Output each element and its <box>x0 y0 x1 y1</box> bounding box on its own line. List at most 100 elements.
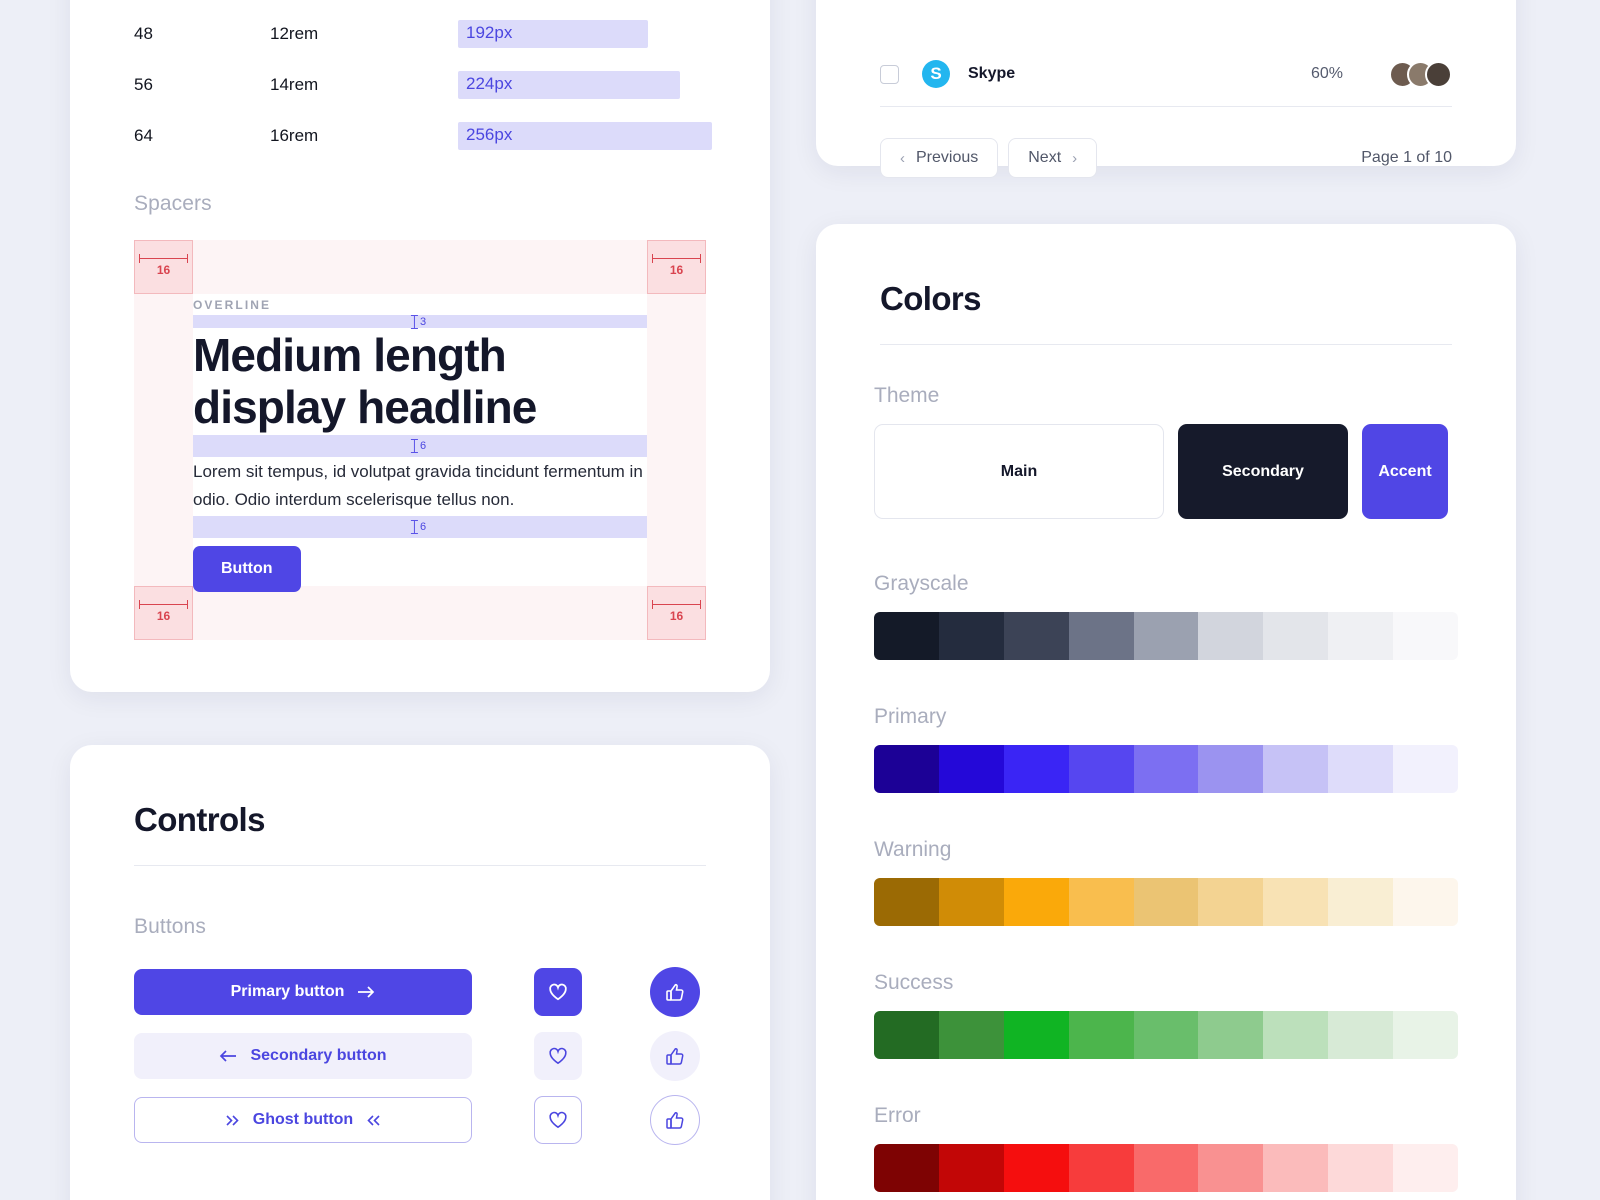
color-swatch[interactable] <box>1133 612 1199 660</box>
color-swatch[interactable] <box>1068 612 1134 660</box>
next-page-button[interactable]: Next › <box>1008 138 1098 178</box>
color-swatch[interactable] <box>1133 745 1199 793</box>
measure-rule <box>652 600 701 609</box>
color-swatch[interactable] <box>1133 1144 1199 1192</box>
color-swatch[interactable] <box>874 745 939 793</box>
theme-swatch-accent[interactable]: Accent <box>1362 424 1448 519</box>
size-px-value: 48 <box>134 23 153 43</box>
color-ramp[interactable] <box>874 878 1458 926</box>
controls-card: Controls Buttons Primary button Secondar… <box>70 745 770 1200</box>
color-swatch[interactable] <box>1003 1144 1069 1192</box>
double-chevron-right-icon <box>225 1114 240 1127</box>
color-swatch[interactable] <box>874 1011 939 1059</box>
color-swatch[interactable] <box>1328 745 1394 793</box>
measure-rule <box>139 600 188 609</box>
color-swatch[interactable] <box>938 612 1004 660</box>
thumbs-up-icon <box>665 1110 685 1130</box>
color-swatch[interactable] <box>1198 1144 1264 1192</box>
heart-icon-button-ghost[interactable] <box>534 1096 582 1144</box>
size-bar: 224px <box>458 70 680 99</box>
color-swatch[interactable] <box>1003 1011 1069 1059</box>
ramp-primary: Primary <box>874 705 1458 793</box>
color-swatch[interactable] <box>1328 1144 1394 1192</box>
previous-page-button[interactable]: ‹ Previous <box>880 138 999 178</box>
color-swatch[interactable] <box>938 745 1004 793</box>
color-swatch[interactable] <box>1068 1144 1134 1192</box>
color-swatch[interactable] <box>1068 1011 1134 1059</box>
heart-icon <box>548 1047 568 1065</box>
thumbs-up-icon-button-secondary[interactable] <box>650 1031 700 1081</box>
color-swatch[interactable] <box>1068 745 1134 793</box>
spacer-marker-value: 16 <box>156 263 171 277</box>
color-swatch[interactable] <box>1198 745 1264 793</box>
row-checkbox[interactable] <box>880 64 899 84</box>
table-row: 48 12rem 192px <box>134 8 724 59</box>
spacer-marker-bottom-right: 16 <box>647 586 706 640</box>
color-swatch[interactable] <box>1328 1011 1394 1059</box>
theme-swatch-row: Main Secondary Accent <box>874 424 1458 519</box>
spacer-demo: 16 16 16 16 OVERLINE 3 Medium length dis… <box>134 240 706 640</box>
size-rem-value: 16rem <box>270 125 319 145</box>
buttons-grid: Primary button Secondary button Ghost bu… <box>134 960 724 1152</box>
ramp-warning: Warning <box>874 838 1458 926</box>
secondary-button[interactable]: Secondary button <box>134 1033 472 1079</box>
color-ramp[interactable] <box>874 745 1458 793</box>
ramp-label: Primary <box>874 705 947 728</box>
color-swatch[interactable] <box>1133 878 1199 926</box>
spacers-section-label: Spacers <box>134 192 212 215</box>
color-swatch[interactable] <box>1263 745 1329 793</box>
color-swatch[interactable] <box>1003 612 1069 660</box>
divider <box>880 106 1452 107</box>
theme-swatch-main[interactable]: Main <box>874 424 1164 519</box>
color-swatch[interactable] <box>1393 878 1458 926</box>
color-swatch[interactable] <box>874 1144 939 1192</box>
color-swatch[interactable] <box>1263 1144 1329 1192</box>
gap-value: 6 <box>419 521 427 534</box>
color-swatch[interactable] <box>1263 612 1329 660</box>
color-swatch[interactable] <box>938 878 1004 926</box>
color-swatch[interactable] <box>874 612 939 660</box>
theme-swatch-secondary[interactable]: Secondary <box>1178 424 1348 519</box>
thumbs-up-icon-button-ghost[interactable] <box>650 1095 700 1145</box>
ramp-success: Success <box>874 971 1458 1059</box>
color-swatch[interactable] <box>1068 878 1134 926</box>
color-swatch[interactable] <box>1003 878 1069 926</box>
spacing-gap-bottom: 6 <box>193 516 647 539</box>
spacer-marker-top-right: 16 <box>647 240 706 294</box>
color-swatch[interactable] <box>1133 1011 1199 1059</box>
color-swatch[interactable] <box>1263 1011 1329 1059</box>
spacing-gap-mid: 6 <box>193 435 647 458</box>
ghost-button[interactable]: Ghost button <box>134 1097 472 1143</box>
color-swatch[interactable] <box>1328 612 1394 660</box>
primary-button[interactable]: Primary button <box>134 969 472 1015</box>
color-swatch[interactable] <box>1328 878 1394 926</box>
color-swatch[interactable] <box>1198 878 1264 926</box>
heart-icon-button-secondary[interactable] <box>534 1032 582 1080</box>
i-beam-icon <box>410 314 418 329</box>
spacer-marker-value: 16 <box>669 263 684 277</box>
thumbs-up-icon <box>665 982 685 1002</box>
color-swatch[interactable] <box>1393 1144 1458 1192</box>
color-swatch[interactable] <box>1393 1011 1458 1059</box>
measure-rule <box>139 254 188 263</box>
color-ramp[interactable] <box>874 1144 1458 1192</box>
table-row: 64 16rem 256px <box>134 110 724 161</box>
colors-card: Colors Theme Main Secondary Accent Grays… <box>816 224 1516 1200</box>
color-swatch[interactable] <box>1198 1011 1264 1059</box>
color-swatch[interactable] <box>1003 745 1069 793</box>
color-swatch[interactable] <box>938 1144 1004 1192</box>
color-swatch[interactable] <box>1393 745 1458 793</box>
color-swatch[interactable] <box>938 1011 1004 1059</box>
color-swatch[interactable] <box>1198 612 1264 660</box>
table-row: 56 14rem 224px <box>134 59 724 110</box>
color-ramp[interactable] <box>874 612 1458 660</box>
color-swatch[interactable] <box>1263 878 1329 926</box>
color-swatch[interactable] <box>874 878 939 926</box>
color-ramp[interactable] <box>874 1011 1458 1059</box>
demo-button[interactable]: Button <box>193 546 301 593</box>
ramp-grayscale: Grayscale <box>874 572 1458 660</box>
thumbs-up-icon-button-primary[interactable] <box>650 967 700 1017</box>
heart-icon-button-primary[interactable] <box>534 968 582 1016</box>
buttons-section-label: Buttons <box>134 915 206 938</box>
color-swatch[interactable] <box>1393 612 1458 660</box>
